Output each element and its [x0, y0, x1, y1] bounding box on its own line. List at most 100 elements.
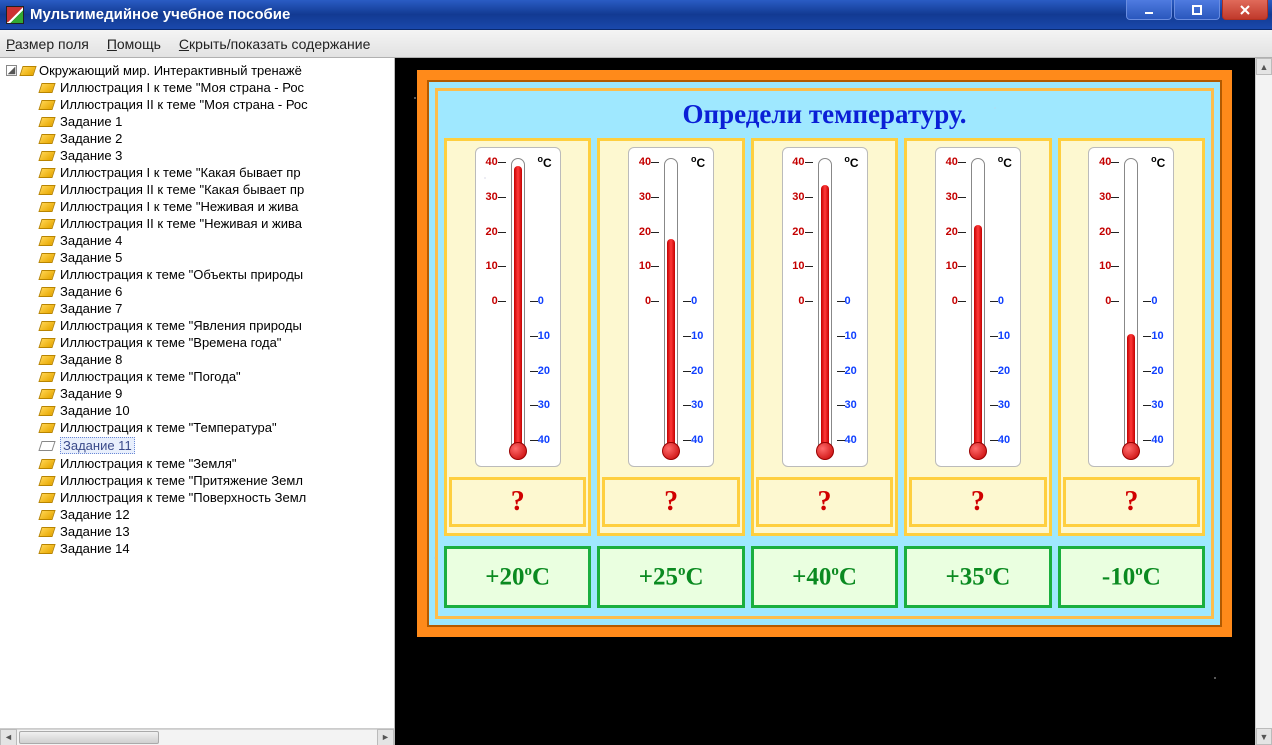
menubar: Размер поля Помощь Скрыть/показать содер…	[0, 30, 1272, 58]
tree-item-label: Иллюстрация к теме "Поверхность Земл	[60, 490, 306, 505]
tree-item[interactable]: Задание 8	[40, 351, 394, 368]
vertical-scrollbar[interactable]: ▲ ▼	[1255, 58, 1272, 745]
scale-label-right: 30	[691, 399, 709, 411]
tree-item[interactable]: Иллюстрация I к теме "Моя страна - Рос	[40, 79, 394, 96]
tree-item[interactable]: Задание 12	[40, 506, 394, 523]
tree-item[interactable]: Задание 11	[40, 436, 394, 455]
page-icon	[38, 372, 55, 382]
tree-item-label: Иллюстрация к теме "Земля"	[60, 456, 237, 471]
tree-item-label: Иллюстрация к теме "Притяжение Земл	[60, 473, 303, 488]
tree-item[interactable]: Иллюстрация к теме "Времена года"	[40, 334, 394, 351]
unit-label: oC	[691, 154, 705, 170]
tree-item[interactable]: Иллюстрация к теме "Явления природы	[40, 317, 394, 334]
question-slot[interactable]: ?	[909, 477, 1046, 527]
page-icon	[38, 151, 55, 161]
page-icon	[38, 321, 55, 331]
tree-item[interactable]: Иллюстрация I к теме "Неживая и жива	[40, 198, 394, 215]
page-icon	[38, 134, 55, 144]
scale-label-right: 30	[538, 399, 556, 411]
tree-item[interactable]: Задание 1	[40, 113, 394, 130]
menu-toggle-contents[interactable]: Скрыть/показать содержание	[179, 36, 370, 52]
tree-item[interactable]: Иллюстрация к теме "Поверхность Земл	[40, 489, 394, 506]
page-icon	[38, 100, 55, 110]
tree-item[interactable]: Иллюстрация к теме "Притяжение Земл	[40, 472, 394, 489]
question-slot[interactable]: ?	[756, 477, 893, 527]
tree-item[interactable]: Задание 13	[40, 523, 394, 540]
scrollbar-thumb[interactable]	[19, 731, 159, 744]
scale-label-left: 10	[787, 260, 805, 272]
scroll-up-button[interactable]: ▲	[1256, 58, 1272, 75]
mercury-column	[974, 225, 982, 451]
tree-item-label: Иллюстрация к теме "Объекты природы	[60, 267, 303, 282]
tree-item-label: Иллюстрация к теме "Погода"	[60, 369, 241, 384]
thermometer: oC403020100010203040	[782, 147, 868, 467]
close-button[interactable]	[1222, 0, 1268, 20]
thermometer-tube	[511, 158, 525, 452]
scale-label-right: 40	[691, 434, 709, 446]
mercury-column	[667, 239, 675, 451]
maximize-button[interactable]	[1174, 0, 1220, 20]
tree-item[interactable]: Иллюстрация II к теме "Какая бывает пр	[40, 181, 394, 198]
menu-field-size[interactable]: Размер поля	[6, 36, 89, 52]
page-icon	[38, 287, 55, 297]
tree-item[interactable]: Иллюстрация к теме "Земля"	[40, 455, 394, 472]
tree-item[interactable]: Задание 7	[40, 300, 394, 317]
horizontal-scrollbar[interactable]: ◄ ►	[0, 728, 394, 745]
tree-item[interactable]: Иллюстрация II к теме "Моя страна - Рос	[40, 96, 394, 113]
tree-item[interactable]: Задание 2	[40, 130, 394, 147]
minimize-button[interactable]	[1126, 0, 1172, 20]
tree-item[interactable]: Задание 10	[40, 402, 394, 419]
answer-card[interactable]: +40oC	[751, 546, 898, 608]
tree-item[interactable]: Задание 6	[40, 283, 394, 300]
tree-item[interactable]: Задание 9	[40, 385, 394, 402]
tree-item[interactable]: Задание 14	[40, 540, 394, 557]
expander-icon[interactable]: ◢	[6, 65, 17, 76]
scale-label-right: 0	[538, 295, 556, 307]
thermometer-bulb	[509, 442, 527, 460]
scale-label-left: 40	[940, 156, 958, 168]
thermometer-card: oC403020100010203040?	[444, 138, 591, 536]
answer-card[interactable]: +20oC	[444, 546, 591, 608]
tree-item[interactable]: Иллюстрация I к теме "Какая бывает пр	[40, 164, 394, 181]
scale-label-right: 20	[691, 365, 709, 377]
app-icon	[6, 6, 24, 24]
question-slot[interactable]: ?	[1063, 477, 1200, 527]
tree-item-label: Задание 12	[60, 507, 130, 522]
scale-label-right: 10	[998, 330, 1016, 342]
scale-label-right: 0	[691, 295, 709, 307]
scale-label-right: 10	[1151, 330, 1169, 342]
titlebar: Мультимедийное учебное пособие	[0, 0, 1272, 30]
tree-item[interactable]: Задание 5	[40, 249, 394, 266]
scale-label-left: 20	[480, 226, 498, 238]
scroll-left-button[interactable]: ◄	[0, 729, 17, 745]
vscroll-track[interactable]	[1256, 75, 1272, 728]
answer-card[interactable]: +25oC	[597, 546, 744, 608]
tree-item-label: Задание 3	[60, 148, 122, 163]
scale-label-right: 30	[1151, 399, 1169, 411]
thermometer: oC403020100010203040	[628, 147, 714, 467]
question-slot[interactable]: ?	[449, 477, 586, 527]
tree-item-label: Задание 8	[60, 352, 122, 367]
page-icon	[38, 423, 55, 433]
scroll-down-button[interactable]: ▼	[1256, 728, 1272, 745]
tree-item[interactable]: Задание 4	[40, 232, 394, 249]
tree-item-label: Задание 7	[60, 301, 122, 316]
tree-root[interactable]: ◢ Окружающий мир. Интерактивный тренажё	[6, 62, 394, 79]
answer-card[interactable]: +35oC	[904, 546, 1051, 608]
contents-tree[interactable]: ◢ Окружающий мир. Интерактивный тренажё …	[0, 58, 394, 728]
tree-item[interactable]: Иллюстрация к теме "Погода"	[40, 368, 394, 385]
scroll-right-button[interactable]: ►	[377, 729, 394, 745]
answer-card[interactable]: -10oC	[1058, 546, 1205, 608]
menu-help[interactable]: Помощь	[107, 36, 161, 52]
page-icon	[38, 459, 55, 469]
tree-item[interactable]: Задание 3	[40, 147, 394, 164]
scrollbar-track[interactable]	[17, 729, 377, 745]
question-slot[interactable]: ?	[602, 477, 739, 527]
tree-item[interactable]: Иллюстрация к теме "Объекты природы	[40, 266, 394, 283]
page-icon	[38, 168, 55, 178]
scale-label-left: 20	[940, 226, 958, 238]
tree-item[interactable]: Иллюстрация к теме "Температура"	[40, 419, 394, 436]
tree-item[interactable]: Иллюстрация II к теме "Неживая и жива	[40, 215, 394, 232]
tree-item-label: Задание 11	[60, 437, 135, 454]
tree-item-label: Иллюстрация к теме "Температура"	[60, 420, 277, 435]
